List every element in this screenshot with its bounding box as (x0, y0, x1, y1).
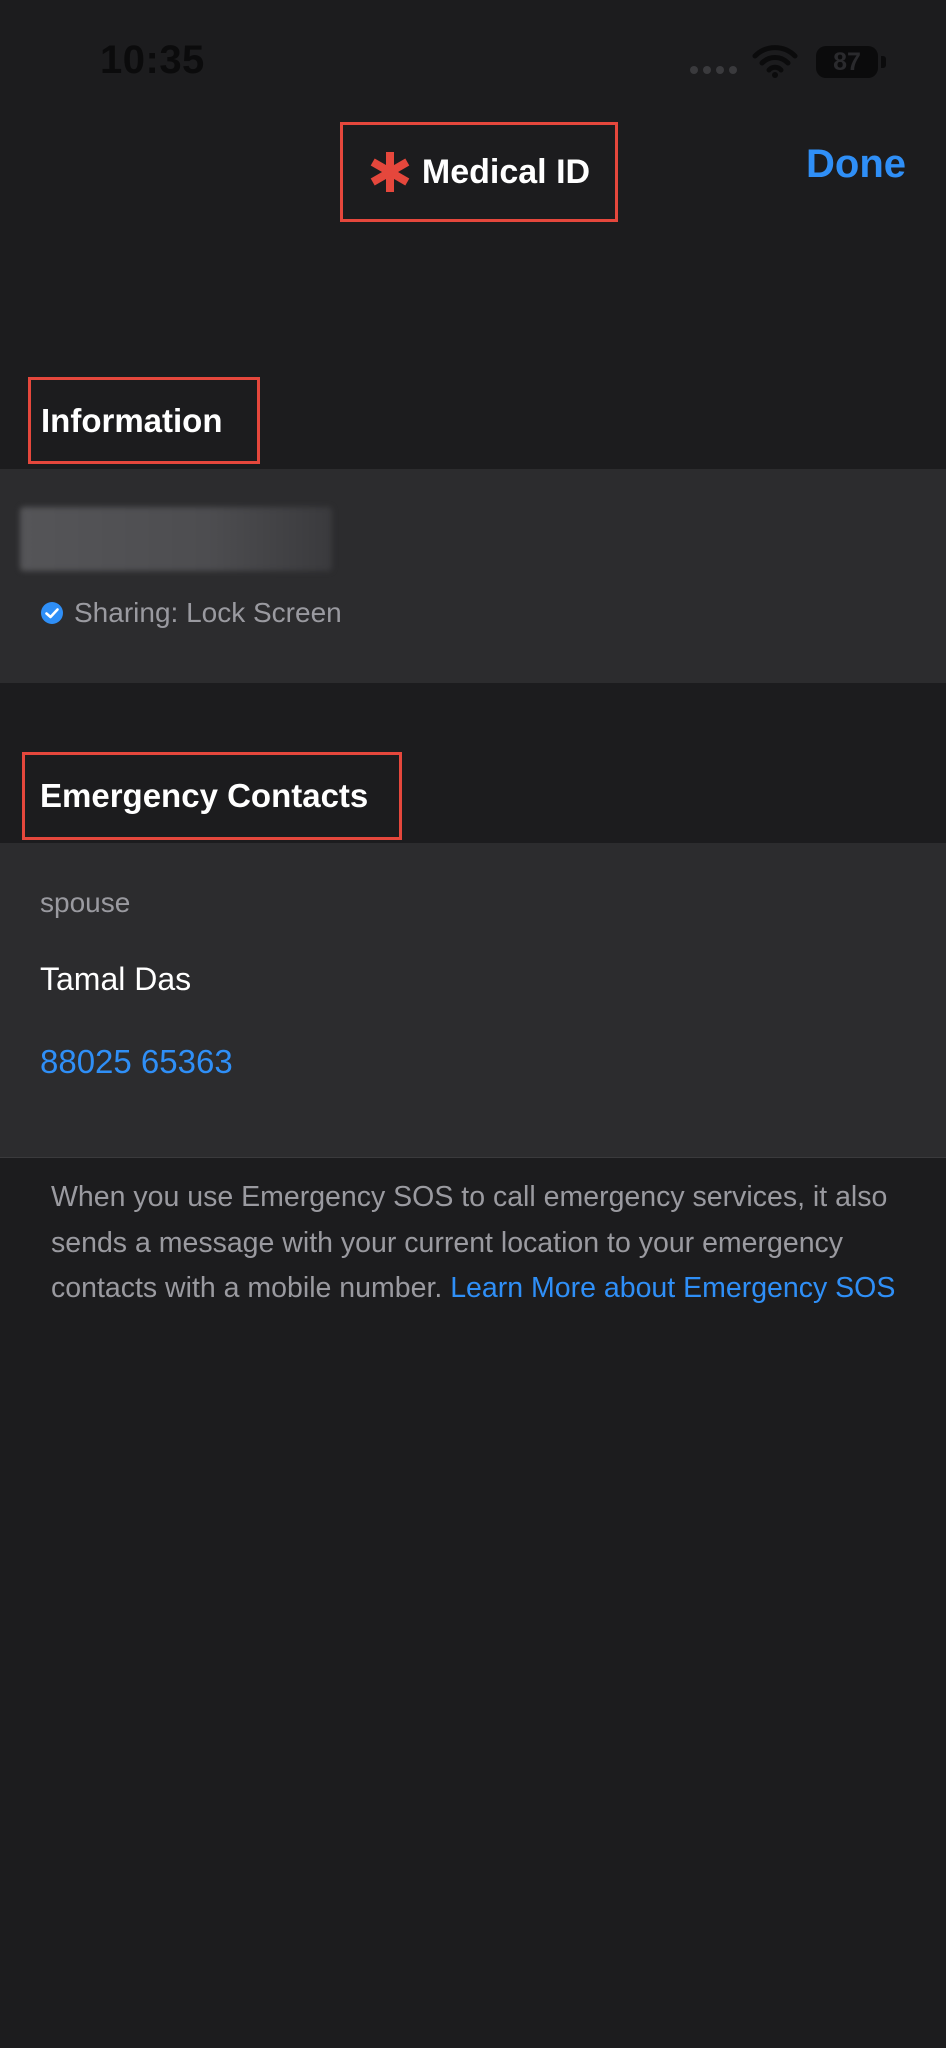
emergency-contacts-header: Emergency Contacts (40, 777, 369, 814)
status-time: 10:35 (100, 38, 205, 82)
wifi-icon (752, 45, 798, 78)
nav-title-group: Medical ID (368, 150, 590, 194)
contact-relation: spouse (40, 887, 131, 918)
learn-more-link[interactable]: Learn More about Emergency SOS (450, 1272, 895, 1304)
medical-asterisk-icon (370, 152, 410, 192)
page-title: Medical ID (421, 152, 591, 191)
divider (0, 1157, 946, 1158)
battery-level: 87 (833, 48, 861, 76)
information-header-highlight: Information (28, 377, 260, 464)
nav-title-highlight: Medical ID (340, 122, 618, 222)
checkmark-circle-icon (41, 602, 63, 624)
contact-name: Tamal Das (40, 961, 192, 997)
information-header: Information (41, 401, 223, 439)
status-bar: 10:35 87 (0, 0, 946, 120)
emergency-contact-card[interactable]: spouse Tamal Das 88025 65363 (0, 843, 946, 1157)
emergency-sos-note: When you use Emergency SOS to call emerg… (51, 1175, 911, 1312)
redacted-name (20, 507, 332, 571)
emergency-contacts-header-highlight: Emergency Contacts (22, 752, 402, 840)
cellular-icon (690, 66, 737, 74)
sharing-status: Sharing: Lock Screen (40, 597, 342, 629)
sharing-text: Sharing: Lock Screen (74, 597, 342, 628)
information-card: Sharing: Lock Screen (0, 469, 946, 683)
done-button[interactable]: Done (806, 142, 906, 187)
contact-phone-link[interactable]: 88025 65363 (40, 1043, 233, 1081)
battery-icon: 87 (816, 46, 886, 78)
